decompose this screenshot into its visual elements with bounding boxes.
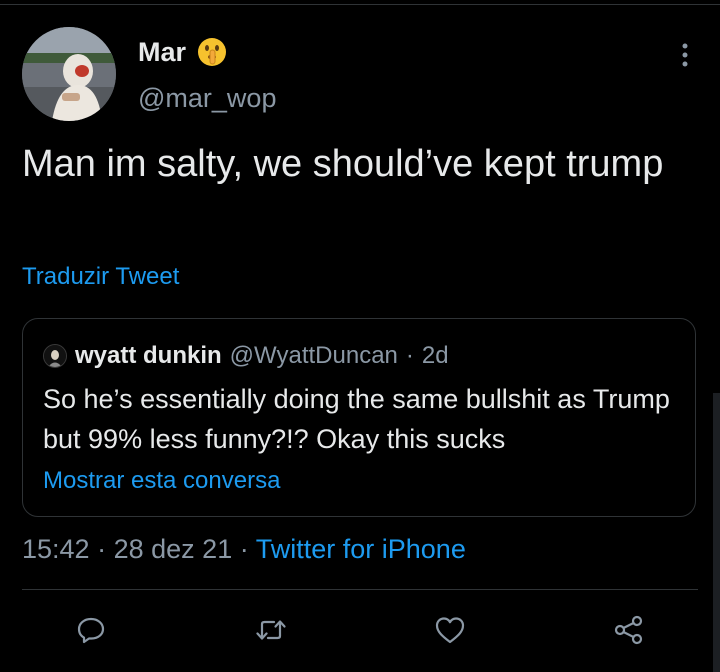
- quoted-tweet-card[interactable]: wyatt dunkin @WyattDuncan · 2d So he’s e…: [22, 318, 696, 517]
- heart-icon: [434, 615, 466, 650]
- retweet-button[interactable]: [251, 612, 291, 652]
- retweet-icon: [255, 615, 287, 650]
- author-avatar[interactable]: [22, 27, 116, 121]
- show-conversation-link[interactable]: Mostrar esta conversa: [43, 466, 280, 496]
- quoted-separator: ·: [405, 342, 414, 369]
- scrollbar-track[interactable]: [713, 393, 720, 672]
- meta-separator: ·: [239, 534, 249, 564]
- like-button[interactable]: [430, 612, 470, 652]
- top-divider: [0, 4, 720, 5]
- tweet-text: Man im salty, we should’ve kept trump: [22, 143, 664, 185]
- tweet-source-link[interactable]: Twitter for iPhone: [256, 534, 466, 564]
- more-vertical-icon[interactable]: [675, 40, 695, 70]
- quoted-author-name: wyatt dunkin: [75, 342, 222, 369]
- quoted-tweet-text: So he’s essentially doing the same bulls…: [43, 384, 670, 454]
- quoted-author-avatar: [43, 344, 67, 368]
- translate-tweet-link[interactable]: Traduzir Tweet: [22, 262, 179, 292]
- author-handle[interactable]: @mar_wop: [138, 82, 276, 114]
- quoted-author-handle: @WyattDuncan: [229, 342, 398, 369]
- share-button[interactable]: [609, 612, 649, 652]
- quoted-age: 2d: [421, 342, 449, 369]
- tweet-time[interactable]: 15:42: [22, 534, 90, 564]
- actions-divider: [22, 589, 698, 590]
- reply-icon: [76, 615, 106, 650]
- author-name-row[interactable]: Mar: [138, 36, 228, 68]
- tweet-meta: 15:42 · 28 dez 21 · Twitter for iPhone: [22, 532, 466, 566]
- tweet-date[interactable]: 28 dez 21: [114, 534, 233, 564]
- share-icon: [613, 615, 645, 650]
- tweet-actions: [0, 612, 720, 652]
- author-name[interactable]: Mar: [138, 36, 186, 68]
- shushing-face-emoji-icon: [196, 36, 228, 68]
- meta-separator: ·: [97, 534, 107, 564]
- quoted-tweet-header: wyatt dunkin @WyattDuncan · 2d: [43, 341, 449, 371]
- reply-button[interactable]: [71, 612, 111, 652]
